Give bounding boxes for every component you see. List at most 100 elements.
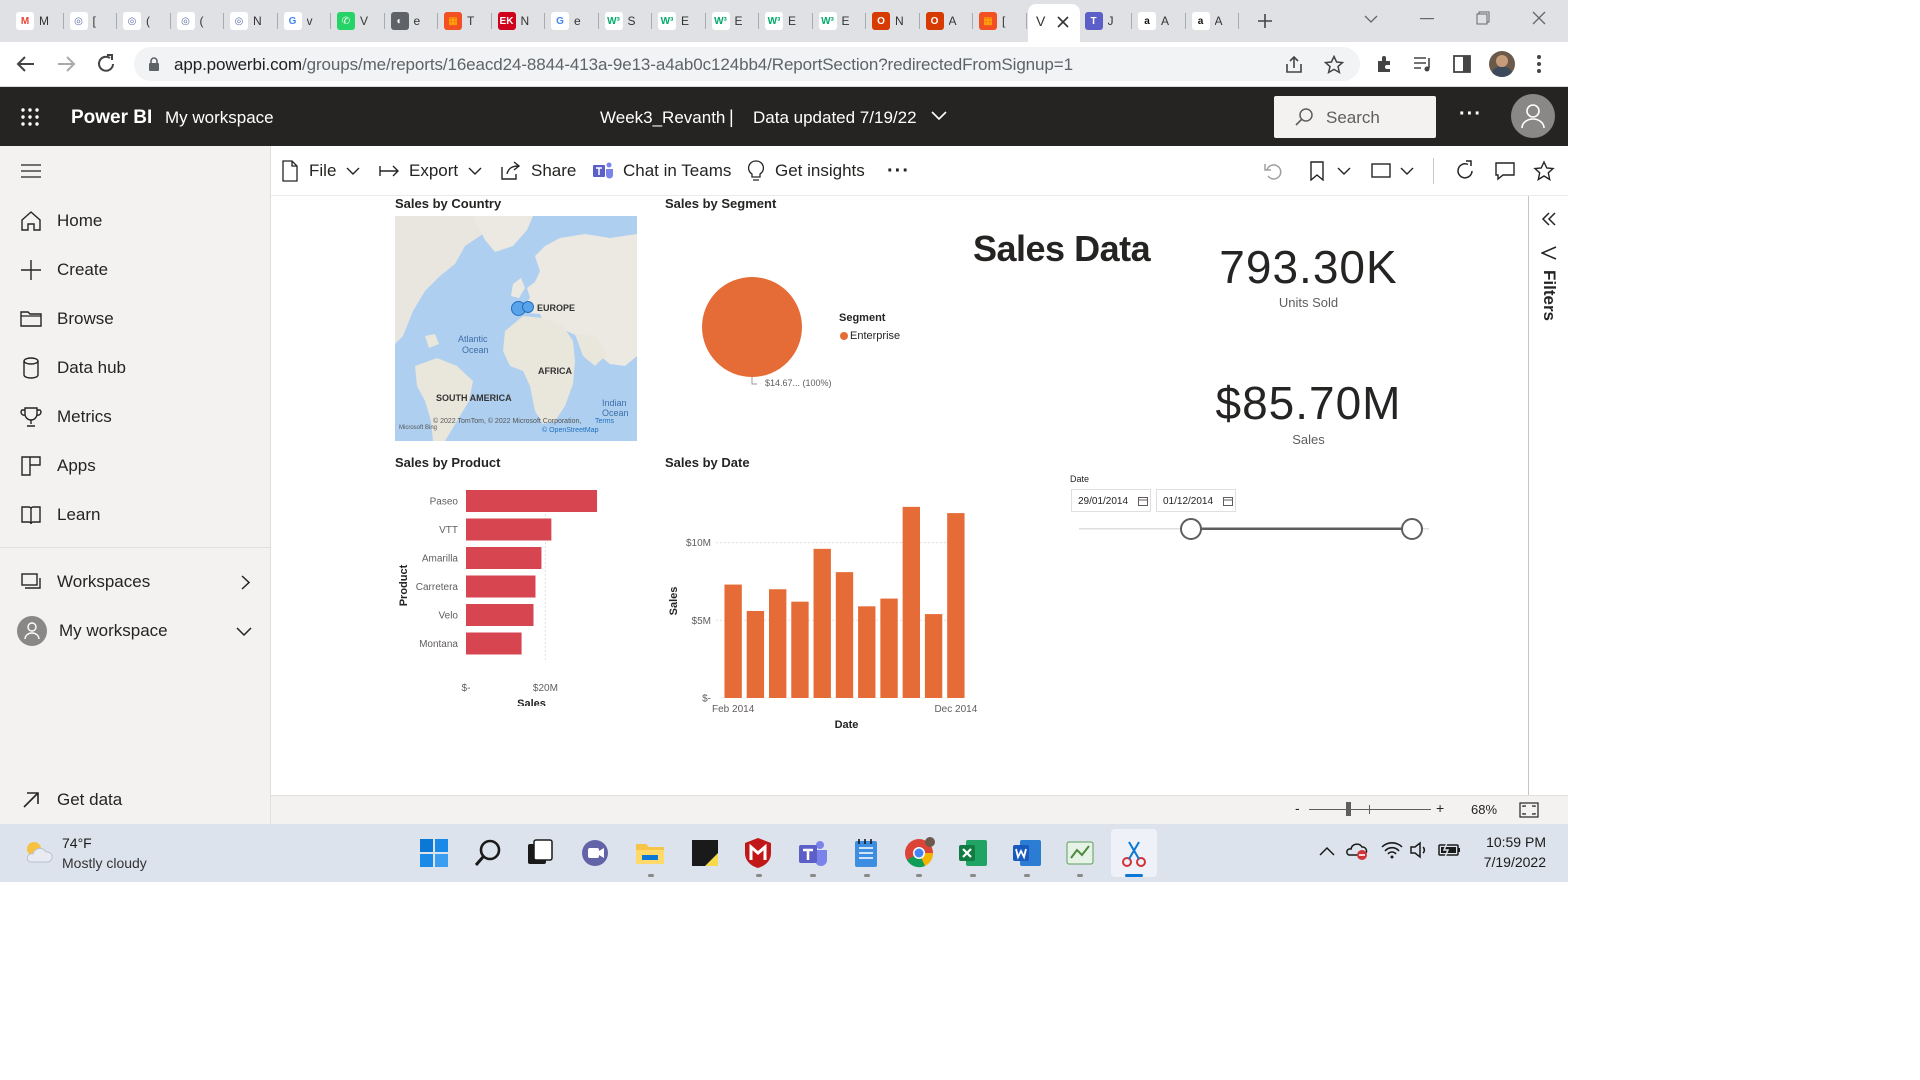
zoom-track[interactable] bbox=[1309, 809, 1431, 810]
share-page-icon[interactable] bbox=[1284, 55, 1304, 75]
browser-tab[interactable]: aA bbox=[1186, 6, 1239, 36]
refresh-icon[interactable] bbox=[1454, 160, 1476, 182]
browser-tab[interactable]: TJ bbox=[1079, 6, 1132, 36]
date-bar[interactable] bbox=[813, 548, 831, 698]
date-bar[interactable] bbox=[791, 601, 809, 698]
bookmark-star-icon[interactable] bbox=[1324, 55, 1344, 75]
address-bar[interactable]: app.powerbi.com/groups/me/reports/16eacd… bbox=[134, 47, 1360, 81]
pie-slice-enterprise[interactable] bbox=[702, 277, 802, 377]
clock-time[interactable]: 10:59 PM bbox=[1476, 834, 1546, 850]
zoom-out-button[interactable]: - bbox=[1295, 800, 1300, 816]
sticky-notes-icon[interactable] bbox=[688, 836, 722, 870]
product-bar-chart[interactable]: Paseo VTT Amarilla Carretera Velo Montana $- $2… bbox=[391, 476, 621, 706]
weather-desc[interactable]: Mostly cloudy bbox=[62, 855, 147, 871]
nav-data-hub[interactable]: Data hub bbox=[0, 346, 270, 390]
zoom-thumb[interactable] bbox=[1346, 802, 1351, 816]
date-bar[interactable] bbox=[880, 598, 898, 698]
close-tab-icon[interactable] bbox=[1056, 15, 1070, 29]
nav-browse[interactable]: Browse bbox=[0, 297, 270, 341]
account-avatar[interactable] bbox=[1511, 94, 1555, 138]
browser-tab[interactable]: aA bbox=[1132, 6, 1186, 36]
search-box[interactable]: Search bbox=[1274, 96, 1436, 138]
fit-to-page-icon[interactable] bbox=[1519, 802, 1539, 818]
back-icon[interactable] bbox=[16, 54, 36, 74]
browser-tab[interactable]: W³ E bbox=[759, 6, 813, 36]
get-insights-button[interactable]: Get insights bbox=[747, 146, 865, 196]
filters-pane-collapsed[interactable]: Filters bbox=[1528, 196, 1568, 795]
media-control-icon[interactable] bbox=[1412, 54, 1434, 74]
map-terms-link[interactable]: Terms bbox=[595, 418, 614, 425]
chevron-down-icon[interactable] bbox=[931, 111, 947, 121]
battery-icon[interactable] bbox=[1438, 842, 1462, 858]
clock-date[interactable]: 7/19/2022 bbox=[1466, 854, 1546, 870]
minimize-icon[interactable] bbox=[1420, 18, 1434, 20]
browser-menu-icon[interactable] bbox=[1535, 54, 1543, 74]
slicer-start-date[interactable]: 29/01/2014 bbox=[1071, 489, 1151, 512]
view-icon[interactable] bbox=[1371, 163, 1391, 179]
tab-search-chevron-icon[interactable] bbox=[1364, 14, 1378, 24]
file-menu[interactable]: File bbox=[281, 146, 360, 196]
browser-tab[interactable]: ON bbox=[866, 6, 920, 36]
date-bar[interactable] bbox=[835, 572, 854, 698]
chevron-down-icon[interactable] bbox=[236, 627, 252, 637]
bookmark-icon[interactable] bbox=[1310, 161, 1324, 181]
share-button[interactable]: Share bbox=[500, 146, 576, 196]
nav-home[interactable]: Home bbox=[0, 199, 270, 243]
browser-tab[interactable]: OA bbox=[920, 6, 973, 36]
taskbar-search-icon[interactable] bbox=[471, 836, 505, 870]
nav-metrics[interactable]: Metrics bbox=[0, 395, 270, 439]
chat-in-teams-button[interactable]: Chat in Teams bbox=[592, 146, 731, 196]
workspace-link[interactable]: My workspace bbox=[165, 108, 274, 128]
browser-tab[interactable]: W³ E bbox=[652, 6, 706, 36]
browser-tab[interactable]: Ge bbox=[545, 6, 599, 36]
pie-legend-item[interactable]: Enterprise bbox=[850, 330, 900, 342]
date-bar[interactable] bbox=[947, 513, 965, 698]
browser-tab[interactable]: W³ E bbox=[813, 6, 866, 36]
forward-icon[interactable] bbox=[56, 54, 76, 74]
app-name[interactable]: Power BI bbox=[71, 107, 152, 129]
nav-apps[interactable]: Apps bbox=[0, 444, 270, 488]
extensions-icon[interactable] bbox=[1374, 54, 1394, 74]
profile-avatar[interactable] bbox=[1489, 51, 1515, 77]
weather-temp[interactable]: 74°F bbox=[62, 835, 92, 851]
browser-tab[interactable]: W³ S bbox=[599, 6, 652, 36]
date-column-chart[interactable]: $- $5M $10M Feb 2014 Dec 2014 Date Sales bbox=[661, 476, 991, 736]
zoom-in-button[interactable]: + bbox=[1436, 800, 1444, 816]
app-launcher-icon[interactable] bbox=[21, 108, 39, 126]
browser-tab[interactable]: MM bbox=[10, 6, 64, 36]
nav-get-data[interactable]: Get data bbox=[0, 778, 270, 822]
product-bar[interactable] bbox=[466, 547, 542, 569]
date-bar[interactable] bbox=[924, 614, 943, 698]
undo-icon[interactable] bbox=[1263, 161, 1283, 181]
product-bar[interactable] bbox=[466, 518, 552, 541]
file-explorer-icon[interactable] bbox=[633, 836, 667, 870]
slider-end-handle[interactable] bbox=[1401, 518, 1423, 540]
date-bar[interactable] bbox=[746, 610, 765, 698]
mcafee-icon[interactable] bbox=[741, 836, 775, 870]
weather-cloudy-icon[interactable] bbox=[22, 838, 54, 866]
product-bar[interactable] bbox=[466, 490, 598, 512]
product-bar[interactable] bbox=[466, 575, 536, 598]
whiteboard-icon[interactable] bbox=[1063, 836, 1097, 870]
excel-icon[interactable] bbox=[956, 836, 990, 870]
export-menu[interactable]: Export bbox=[379, 146, 482, 196]
product-bar[interactable] bbox=[466, 632, 522, 655]
calendar-icon[interactable] bbox=[1138, 496, 1148, 506]
nav-my-workspace[interactable]: My workspace bbox=[0, 609, 270, 653]
date-bar[interactable] bbox=[902, 506, 921, 698]
browser-tab[interactable]: W³ E bbox=[706, 6, 759, 36]
notepad-icon[interactable] bbox=[849, 836, 883, 870]
map-osm-link[interactable]: © OpenStreetMap bbox=[542, 427, 599, 434]
map-bubble[interactable] bbox=[522, 301, 534, 313]
chrome-icon[interactable] bbox=[902, 836, 936, 870]
slicer-end-date[interactable]: 01/12/2014 bbox=[1156, 489, 1236, 512]
word-icon[interactable] bbox=[1010, 836, 1044, 870]
snipping-tool-icon[interactable] bbox=[1117, 836, 1151, 870]
browser-tab[interactable]: EK N bbox=[492, 6, 545, 36]
hamburger-menu-icon[interactable] bbox=[21, 164, 41, 178]
browser-tab[interactable]: ◐ e bbox=[385, 6, 438, 36]
expand-filters-icon[interactable] bbox=[1541, 212, 1557, 226]
product-bar[interactable] bbox=[466, 604, 534, 626]
side-panel-icon[interactable] bbox=[1452, 54, 1472, 74]
date-bar[interactable] bbox=[768, 589, 787, 698]
